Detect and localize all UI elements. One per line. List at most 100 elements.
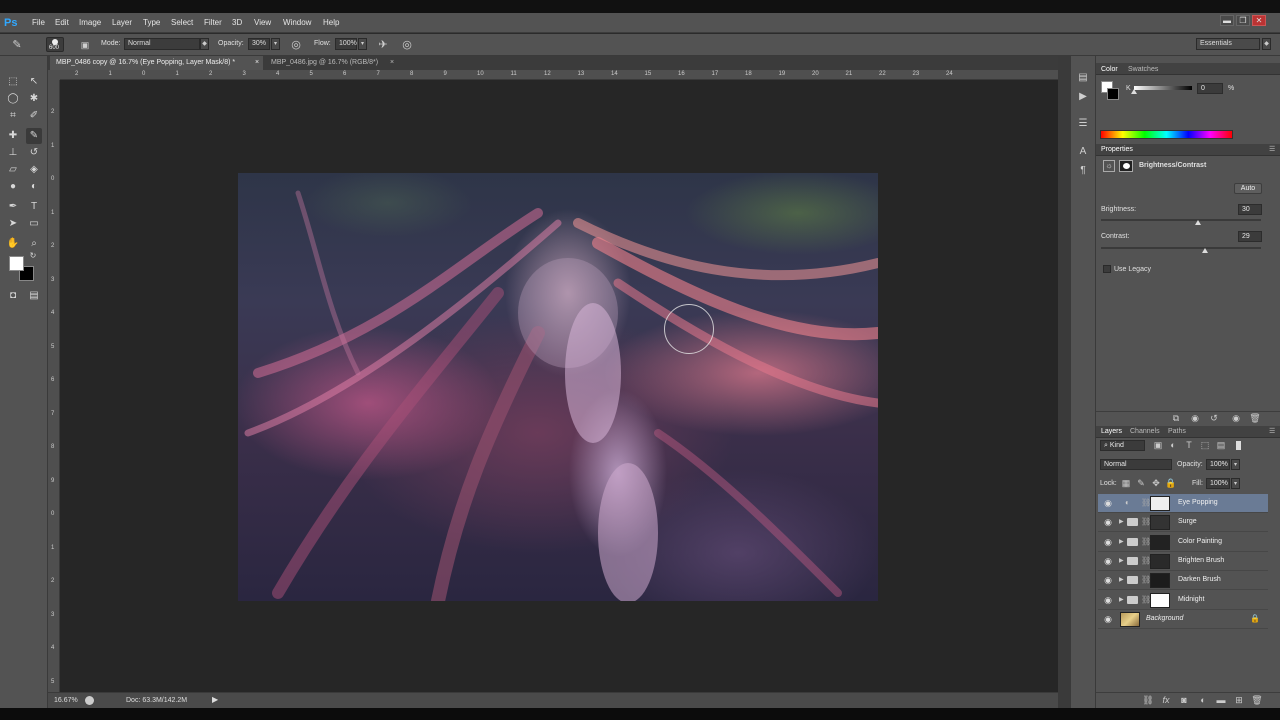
color-bg-swatch[interactable]: [1107, 88, 1119, 100]
lock-transparent-icon[interactable]: ▦: [1120, 478, 1132, 488]
brightness-slider[interactable]: [1101, 219, 1261, 221]
lasso-tool-icon[interactable]: ◯: [5, 91, 21, 107]
quick-mask-icon[interactable]: ◘: [5, 288, 21, 304]
status-menu-icon[interactable]: [85, 696, 94, 705]
layer-mask-icon[interactable]: [1119, 160, 1133, 172]
hand-tool-icon[interactable]: ✋: [5, 236, 21, 252]
path-selection-icon[interactable]: ➤: [5, 216, 21, 232]
layer-mask-thumbnail[interactable]: [1150, 592, 1170, 608]
reset-icon[interactable]: ↺: [1208, 413, 1220, 423]
flow-dropdown-icon[interactable]: ▾: [358, 38, 367, 50]
workspace-select[interactable]: Essentials: [1196, 38, 1260, 50]
opacity-input[interactable]: 30%: [248, 38, 270, 50]
close-button[interactable]: ✕: [1252, 15, 1266, 26]
contrast-input[interactable]: 29: [1238, 231, 1262, 242]
menu-type[interactable]: Type: [143, 17, 160, 29]
history-brush-icon[interactable]: ↺: [26, 145, 42, 161]
tab-close-icon[interactable]: ×: [390, 56, 394, 70]
filter-type-icon[interactable]: T: [1183, 440, 1195, 450]
pressure-size-icon[interactable]: ◎: [399, 38, 415, 51]
menu-window[interactable]: Window: [283, 17, 311, 29]
group-expand-icon[interactable]: ▶: [1119, 596, 1124, 604]
visibility-eye-icon[interactable]: ◉: [1103, 614, 1113, 624]
view-previous-icon[interactable]: ◉: [1189, 413, 1201, 423]
mode-dropdown-icon[interactable]: ◆: [200, 38, 209, 50]
add-mask-icon[interactable]: ◙: [1178, 695, 1190, 705]
fill-input[interactable]: 100%: [1206, 478, 1230, 489]
layers-menu-icon[interactable]: ☰: [1269, 427, 1275, 437]
marquee-tool-icon[interactable]: ⬚: [5, 74, 21, 90]
menu-layer[interactable]: Layer: [112, 17, 132, 29]
crop-tool-icon[interactable]: ⌗: [5, 108, 21, 124]
brush-size-picker[interactable]: 600: [46, 37, 64, 52]
filter-shape-icon[interactable]: ⬚: [1199, 440, 1211, 450]
eyedropper-icon[interactable]: ✐: [26, 108, 42, 124]
tab-close-icon[interactable]: ×: [255, 56, 259, 70]
filter-kind-select[interactable]: ⌕ Kind: [1100, 440, 1145, 451]
document-image[interactable]: [238, 173, 878, 601]
blend-mode-select[interactable]: Normal: [1100, 459, 1172, 470]
brush-panel-icon[interactable]: ▣: [78, 38, 92, 50]
tab-active-document[interactable]: MBP_0486 copy @ 16.7% (Eye Popping, Laye…: [50, 56, 263, 70]
dodge-tool-icon[interactable]: ◐: [26, 179, 42, 195]
tab-paths[interactable]: Paths: [1168, 427, 1186, 437]
menu-edit[interactable]: Edit: [55, 17, 69, 29]
layer-mask-thumbnail[interactable]: [1150, 496, 1170, 511]
filter-smart-object-icon[interactable]: ▤: [1215, 440, 1227, 450]
visibility-toggle-icon[interactable]: ◉: [1230, 413, 1242, 423]
layer-row[interactable]: ◉ 🔒 Background: [1098, 610, 1268, 629]
screen-mode-icon[interactable]: ▤: [26, 288, 42, 304]
swap-colors-icon[interactable]: ↻: [28, 251, 38, 261]
menu-3d[interactable]: 3D: [232, 17, 242, 29]
minimize-button[interactable]: ▬: [1220, 15, 1234, 26]
pressure-opacity-icon[interactable]: ◎: [288, 38, 304, 51]
status-arrow-icon[interactable]: ▶: [212, 695, 218, 705]
brush-preset-icon[interactable]: ✎: [8, 38, 26, 52]
restore-button[interactable]: ❐: [1236, 15, 1250, 26]
clone-stamp-icon[interactable]: ⊥: [5, 145, 21, 161]
menu-filter[interactable]: Filter: [204, 17, 222, 29]
brightness-thumb[interactable]: [1195, 220, 1201, 225]
use-legacy-checkbox[interactable]: [1103, 265, 1111, 273]
tab-channels[interactable]: Channels: [1130, 427, 1160, 437]
mode-select[interactable]: Normal: [124, 38, 200, 50]
k-slider-thumb[interactable]: [1131, 89, 1137, 94]
brush-tool-icon[interactable]: ✎: [26, 128, 42, 144]
filter-adjustment-icon[interactable]: ◐: [1167, 440, 1179, 450]
visibility-eye-icon[interactable]: ◉: [1103, 537, 1113, 547]
group-expand-icon[interactable]: ▶: [1119, 557, 1124, 565]
layer-style-icon[interactable]: fx: [1160, 695, 1172, 705]
visibility-eye-icon[interactable]: ◉: [1103, 517, 1113, 527]
menu-select[interactable]: Select: [171, 17, 193, 29]
group-expand-icon[interactable]: ▶: [1119, 518, 1124, 526]
layer-mask-thumbnail[interactable]: [1150, 573, 1170, 589]
tool-presets-icon[interactable]: ☰: [1076, 117, 1090, 131]
zoom-level[interactable]: 16.67%: [54, 696, 78, 705]
layer-opacity-input[interactable]: 100%: [1206, 459, 1230, 470]
contrast-slider[interactable]: [1101, 247, 1261, 249]
delete-layer-icon[interactable]: 🗑: [1251, 695, 1263, 705]
layer-group-row[interactable]: ◉ ▶ ⛓ Brighten Brush: [1098, 552, 1268, 571]
workspace-dropdown-icon[interactable]: ◆: [1262, 38, 1271, 50]
menu-image[interactable]: Image: [79, 17, 101, 29]
flow-input[interactable]: 100%: [335, 38, 357, 50]
menu-view[interactable]: View: [254, 17, 271, 29]
delete-adjustment-icon[interactable]: 🗑: [1249, 413, 1261, 423]
paragraph-panel-icon[interactable]: ¶: [1076, 164, 1090, 178]
k-value-input[interactable]: 0: [1197, 83, 1223, 94]
layer-group-row[interactable]: ◉ ▶ ⛓ Darken Brush: [1098, 571, 1268, 591]
new-layer-icon[interactable]: ⊞: [1233, 695, 1245, 705]
ruler-origin[interactable]: [48, 70, 60, 80]
layer-mask-thumbnail[interactable]: [1150, 553, 1170, 569]
pen-tool-icon[interactable]: ✒: [5, 199, 21, 215]
menu-file[interactable]: File: [32, 17, 45, 29]
ruler-vertical[interactable]: [48, 80, 60, 692]
lock-image-icon[interactable]: ✎: [1135, 478, 1147, 488]
move-tool-icon[interactable]: ↖: [26, 74, 42, 90]
group-expand-icon[interactable]: ▶: [1119, 538, 1124, 546]
opacity-dropdown-icon[interactable]: ▾: [271, 38, 280, 50]
eraser-icon[interactable]: ▱: [5, 162, 21, 178]
color-spectrum-ramp[interactable]: [1100, 130, 1233, 139]
airbrush-icon[interactable]: ✈: [375, 38, 391, 51]
filter-pixel-icon[interactable]: ▣: [1152, 440, 1164, 450]
